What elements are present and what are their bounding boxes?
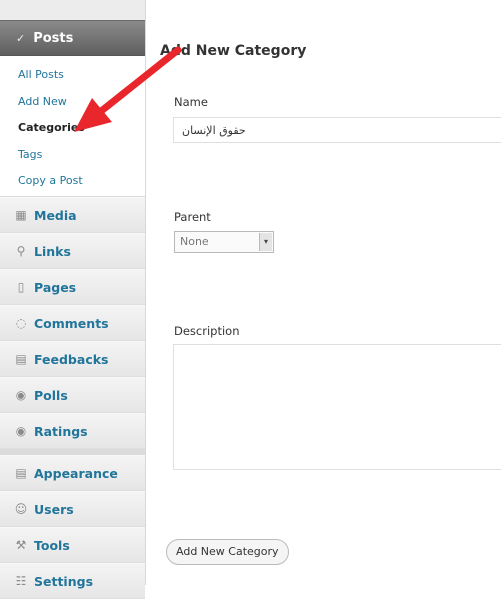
sidebar-item-comments[interactable]: ◌ Comments [0, 305, 145, 341]
description-textarea[interactable]: ⋰ [173, 344, 501, 470]
sidebar-item-label: Media [34, 207, 77, 223]
add-new-category-button[interactable]: Add New Category [166, 539, 289, 565]
appearance-icon: ▤ [15, 466, 27, 480]
ratings-icon: ◉ [15, 424, 27, 438]
sidebar-item-label: Comments [34, 315, 109, 331]
media-icon: ▦ [15, 208, 27, 222]
links-icon: ⚲ [16, 244, 26, 258]
sidebar-item-label: Settings [34, 573, 94, 589]
sidebar-item-polls[interactable]: ◉ Polls [0, 377, 145, 413]
sidebar-item-label: Ratings [34, 423, 88, 439]
sidebar-item-label: Users [34, 501, 74, 517]
posts-submenu: All Posts Add New Categories Tags Copy a… [0, 56, 145, 197]
sidebar-item-users[interactable]: ☺ Users [0, 491, 145, 527]
parent-select-value: None [180, 235, 209, 248]
parent-select[interactable]: None ▾ [174, 231, 274, 253]
polls-icon: ◉ [15, 388, 27, 402]
pages-icon: ▯ [17, 280, 25, 294]
sidebar-item-label: Links [34, 243, 71, 259]
sidebar-item-pages[interactable]: ▯ Pages [0, 269, 145, 305]
sidebar-item-appearance[interactable]: ▤ Appearance [0, 455, 145, 491]
sidebar-item-links[interactable]: ⚲ Links [0, 233, 145, 269]
feedbacks-icon: ▤ [15, 352, 27, 366]
sidebar-item-posts[interactable]: ✓ Posts [0, 20, 145, 56]
parent-label: Parent [174, 210, 211, 224]
sidebar-item-label: Appearance [34, 465, 118, 481]
sidebar-item-settings[interactable]: ☷ Settings [0, 563, 145, 599]
sidebar-item-label: Pages [34, 279, 77, 295]
comments-icon: ◌ [15, 316, 27, 330]
admin-sidebar: ✓ Posts All Posts Add New Categories Tag… [0, 0, 146, 599]
description-label: Description [174, 324, 240, 338]
submenu-categories[interactable]: Categories [18, 121, 85, 134]
users-icon: ☺ [14, 502, 28, 516]
submenu-all-posts[interactable]: All Posts [18, 68, 64, 81]
submenu-add-new[interactable]: Add New [18, 95, 67, 108]
sidebar-item-label: Posts [33, 30, 74, 46]
sidebar-item-label: Feedbacks [34, 351, 109, 367]
sidebar-item-feedbacks[interactable]: ▤ Feedbacks [0, 341, 145, 377]
submenu-tags[interactable]: Tags [18, 148, 42, 161]
sidebar-item-ratings[interactable]: ◉ Ratings [0, 413, 145, 449]
chevron-down-icon[interactable]: ▾ [259, 233, 272, 251]
sidebar-item-media[interactable]: ▦ Media [0, 197, 145, 233]
tools-icon: ⚒ [15, 538, 27, 552]
pin-icon: ✓ [16, 31, 26, 45]
name-field[interactable]: حقوق الإنسان [173, 117, 501, 143]
sidebar-item-tools[interactable]: ⚒ Tools [0, 527, 145, 563]
submenu-copy-a-post[interactable]: Copy a Post [18, 174, 83, 187]
settings-icon: ☷ [15, 574, 27, 588]
page-title: Add New Category [160, 43, 307, 59]
sidebar-item-label: Tools [34, 537, 70, 553]
sidebar-item-label: Polls [34, 387, 68, 403]
add-category-form: Add New Category Name حقوق الإنسان Paren… [146, 0, 501, 585]
name-label: Name [174, 95, 208, 109]
